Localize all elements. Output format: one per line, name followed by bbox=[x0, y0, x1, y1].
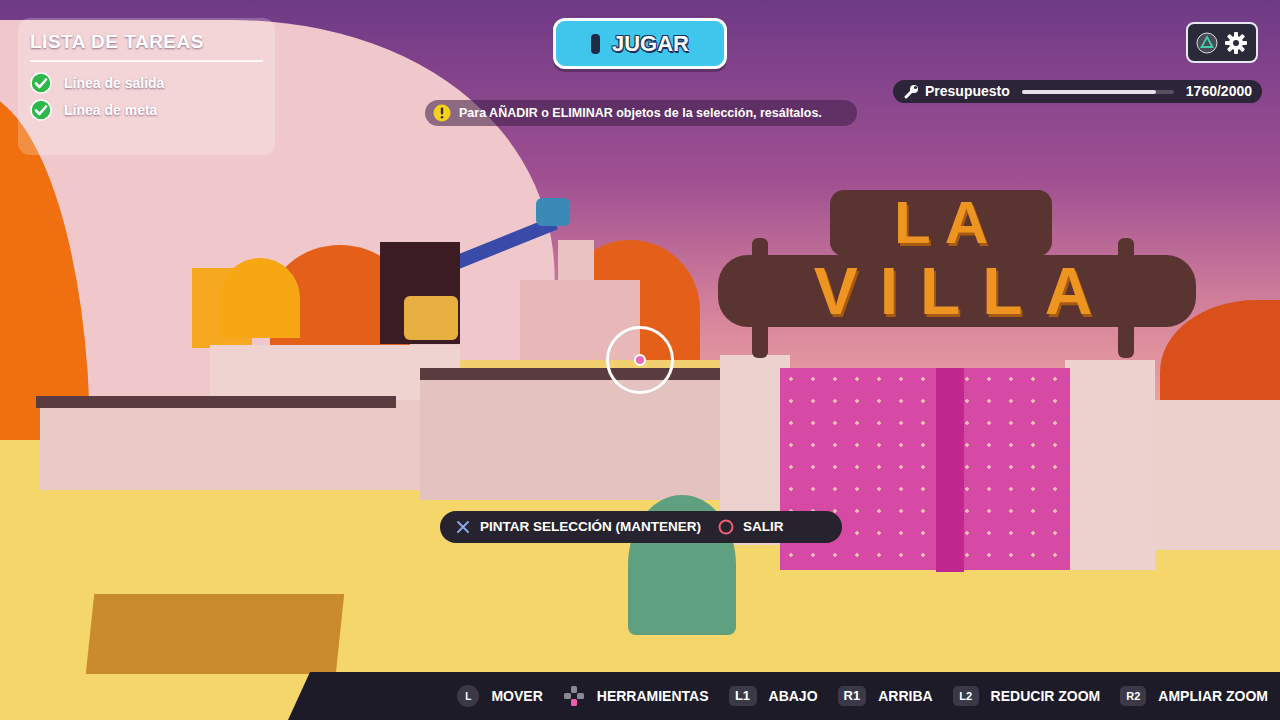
game-screen: LAVILLA LISTA DE TAREAS Línea de salida Lín… bbox=[0, 0, 1280, 720]
circle-button-icon bbox=[717, 518, 735, 536]
budget-meter: Presupuesto 1760/2000 bbox=[893, 80, 1262, 103]
block bbox=[86, 594, 344, 674]
control-label: REDUCIR ZOOM bbox=[991, 686, 1101, 707]
budget-track bbox=[1022, 90, 1174, 94]
check-icon bbox=[30, 72, 52, 94]
key-icon: R1 bbox=[838, 686, 867, 706]
control-hint: HERRAMIENTAS bbox=[563, 685, 709, 707]
wall bbox=[420, 370, 720, 500]
control-hint: L MOVER bbox=[457, 685, 542, 707]
settings-button[interactable] bbox=[1186, 22, 1258, 63]
controls-bar: L MOVER HERRAMIENTAS L1 ABAJO R1 ARRIBA L2 REDUC… bbox=[288, 672, 1280, 720]
sign-text: VILLA bbox=[800, 258, 1115, 324]
budget-fill bbox=[1022, 90, 1156, 94]
control-label: ABAJO bbox=[769, 686, 818, 707]
circle-button-icon bbox=[717, 518, 735, 536]
task-list-title: LISTA DE TAREAS bbox=[30, 28, 263, 62]
control-hint: L2 REDUCIR ZOOM bbox=[953, 686, 1101, 707]
task-label: Línea de meta bbox=[64, 100, 157, 121]
control-label: ARRIBA bbox=[878, 686, 932, 707]
control-hint: R1 ARRIBA bbox=[838, 686, 933, 707]
wall-ledge bbox=[36, 396, 396, 408]
prompt-action[interactable]: PINTAR SELECCIÓN (MANTENER) bbox=[454, 517, 701, 537]
task-item: Línea de salida bbox=[30, 70, 263, 97]
check-icon bbox=[30, 72, 52, 94]
hint-message: Para AÑADIR o ELIMINAR objetos de la sel… bbox=[425, 100, 857, 126]
check-icon bbox=[30, 99, 52, 121]
key-icon: R2 bbox=[1120, 686, 1146, 706]
stick-icon: L bbox=[457, 685, 479, 707]
play-button[interactable]: JUGAR bbox=[553, 18, 727, 69]
key-icon: L2 bbox=[953, 686, 979, 706]
control-label: MOVER bbox=[491, 686, 542, 707]
play-label[interactable]: JUGAR bbox=[612, 27, 689, 60]
dome bbox=[220, 258, 300, 338]
water-tank bbox=[536, 198, 570, 226]
cross-button-icon bbox=[454, 518, 472, 536]
task-list: LISTA DE TAREAS Línea de salida Línea de m… bbox=[18, 18, 275, 155]
dpad-icon bbox=[563, 685, 585, 707]
prompt-label[interactable]: SALIR bbox=[743, 517, 784, 537]
crosshair-dot bbox=[634, 354, 646, 366]
crosshair bbox=[606, 326, 674, 394]
hint-text: Para AÑADIR o ELIMINAR objetos de la sel… bbox=[459, 104, 822, 123]
control-hint: L1 ABAJO bbox=[729, 686, 818, 707]
control-hint: R2 AMPLIAR ZOOM bbox=[1120, 686, 1268, 707]
task-label: Línea de salida bbox=[64, 73, 164, 94]
sign-text: LA bbox=[880, 193, 1002, 253]
dpad-icon bbox=[563, 685, 585, 707]
prompt-label[interactable]: PINTAR SELECCIÓN (MANTENER) bbox=[480, 517, 701, 537]
gate-bar bbox=[936, 368, 964, 572]
village-sign: VILLA bbox=[718, 255, 1196, 327]
action-prompt: PINTAR SELECCIÓN (MANTENER) SALIR bbox=[440, 511, 842, 543]
village-sign: LA bbox=[830, 190, 1052, 256]
budget-label: Presupuesto bbox=[925, 81, 1010, 102]
pillar bbox=[1065, 360, 1155, 570]
control-label: HERRAMIENTAS bbox=[597, 686, 709, 707]
prompt-action[interactable]: SALIR bbox=[717, 517, 784, 537]
key-icon: L1 bbox=[729, 686, 757, 706]
wall bbox=[1150, 400, 1280, 550]
check-icon bbox=[30, 99, 52, 121]
cross-button-icon bbox=[454, 518, 472, 536]
control-label: AMPLIAR ZOOM bbox=[1158, 686, 1268, 707]
triangle-icon bbox=[1196, 32, 1218, 54]
wrench-icon bbox=[903, 84, 919, 100]
task-item: Línea de meta bbox=[30, 97, 263, 124]
plant bbox=[404, 296, 458, 340]
warning-icon bbox=[433, 104, 451, 122]
budget-reading: 1760/2000 bbox=[1186, 81, 1252, 102]
wall-ledge bbox=[420, 368, 720, 380]
button-icon bbox=[591, 34, 600, 54]
gear-icon bbox=[1224, 31, 1248, 55]
